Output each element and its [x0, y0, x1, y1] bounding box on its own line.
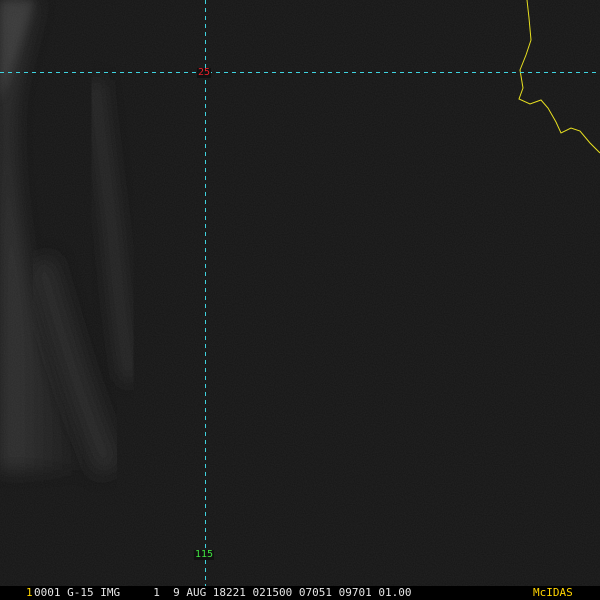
frame-number: 1 [26, 586, 33, 599]
image-info-text: 0001 G-15 IMG 1 9 AUG 18221 021500 07051… [34, 586, 412, 599]
sensor-noise [0, 0, 600, 586]
latitude-label: 25 [197, 67, 212, 78]
mcidas-brand-label: McIDAS [532, 586, 573, 600]
satellite-image-viewer[interactable]: 25 115 1 0001 G-15 IMG 1 9 AUG 18221 021… [0, 0, 600, 600]
longitude-label: 115 [194, 549, 215, 560]
status-bar: 1 0001 G-15 IMG 1 9 AUG 18221 021500 070… [0, 586, 600, 600]
satellite-imagery [0, 0, 600, 586]
